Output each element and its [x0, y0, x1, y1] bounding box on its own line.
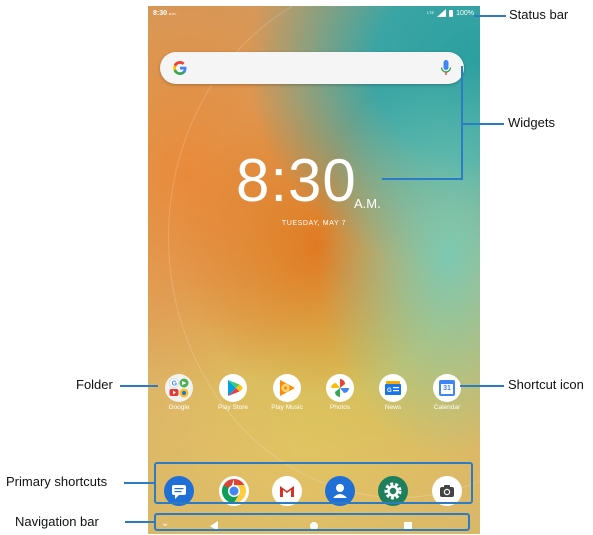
app-label: Calendar	[433, 404, 461, 411]
signal-icon	[437, 9, 447, 17]
callout-navigation-bar: Navigation bar	[15, 514, 99, 529]
app-photos[interactable]: Photos	[315, 374, 365, 411]
app-label: Google	[168, 404, 190, 411]
primary-shortcuts-highlight	[154, 462, 473, 504]
status-icons: LTE 100%	[427, 9, 474, 17]
callout-shortcut-icon: Shortcut icon	[508, 377, 584, 392]
news-icon: G	[379, 374, 407, 402]
app-play-music[interactable]: Play Music	[262, 374, 312, 411]
google-folder-icon: G	[165, 374, 193, 402]
status-time: 8:30 a.m.	[153, 10, 177, 17]
clock-widget-ampm: A.M.	[354, 196, 381, 211]
callout-status-bar: Status bar	[509, 7, 569, 22]
widgets-callout-line	[461, 123, 504, 125]
calendar-date-badge: 31	[441, 384, 453, 394]
battery-icon	[449, 9, 454, 17]
photos-icon	[326, 374, 354, 402]
folder-callout-line	[120, 385, 158, 387]
app-calendar[interactable]: 31 Calendar	[422, 374, 472, 411]
primary-shortcuts-callout-line	[124, 482, 154, 484]
app-google-folder[interactable]: G Google	[154, 374, 204, 411]
calendar-icon: 31	[433, 374, 461, 402]
google-search-bar[interactable]	[160, 52, 464, 84]
callout-folder: Folder	[76, 377, 113, 392]
status-bar-callout-line	[474, 15, 506, 17]
lte-indicator: LTE	[427, 10, 435, 15]
clock-widget-time[interactable]: 8:30	[236, 151, 357, 211]
status-bar: 8:30 a.m. LTE 100%	[148, 6, 480, 24]
app-label: Play Music	[271, 404, 303, 411]
app-label: News	[384, 404, 402, 411]
microphone-icon[interactable]	[440, 59, 452, 77]
navigation-bar-callout-line	[125, 521, 154, 523]
play-music-icon	[273, 374, 301, 402]
svg-text:G: G	[172, 381, 178, 388]
svg-text:G: G	[387, 388, 392, 394]
app-news[interactable]: G News	[368, 374, 418, 411]
callout-widgets: Widgets	[508, 115, 555, 130]
google-g-icon	[173, 61, 187, 75]
play-store-icon	[219, 374, 247, 402]
home-screen: 8:30 a.m. LTE 100% 8:30 A.M. TUESDAY, MA…	[148, 6, 480, 534]
widgets-callout-line	[382, 178, 463, 180]
callout-primary-shortcuts: Primary shortcuts	[6, 474, 108, 489]
app-label: Photos	[329, 404, 351, 411]
battery-percent: 100%	[456, 9, 474, 17]
date-widget: TUESDAY, MAY 7	[281, 220, 347, 227]
navigation-bar-highlight	[154, 513, 470, 531]
app-label: Play Store	[218, 404, 248, 411]
app-play-store[interactable]: Play Store	[208, 374, 258, 411]
shortcut-icon-callout-line	[460, 385, 504, 387]
